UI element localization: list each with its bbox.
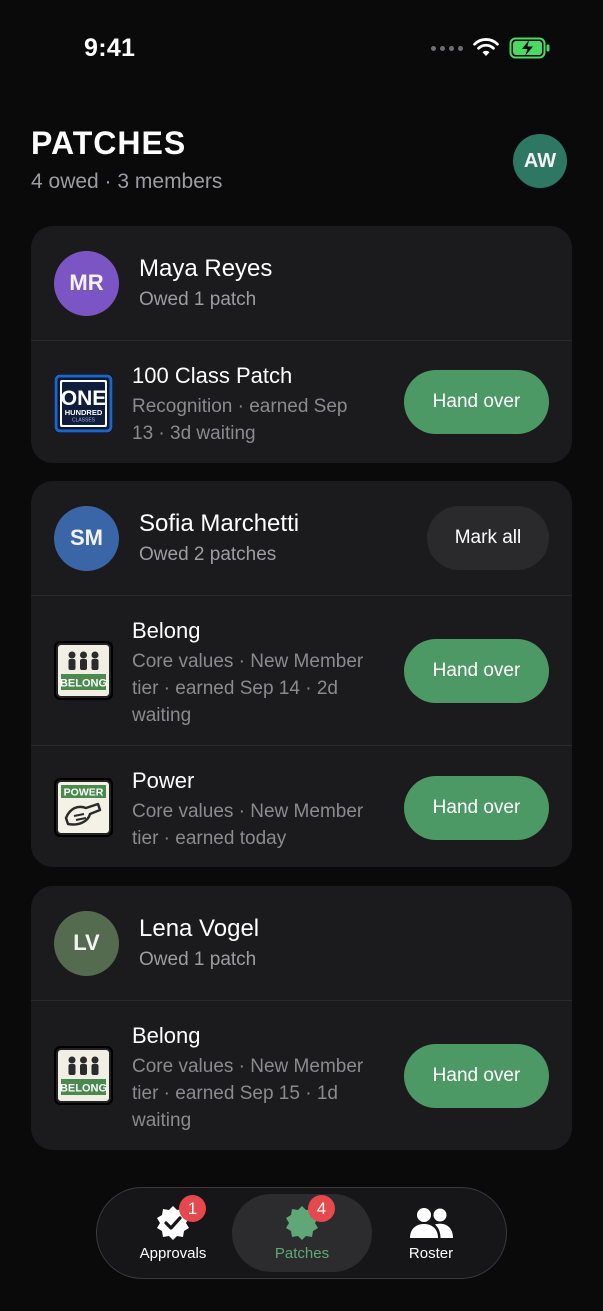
member-name: Sofia Marchetti	[139, 510, 300, 537]
tab-bar: 1 Approvals 4 Patches Roster	[96, 1187, 507, 1279]
battery-charging-icon	[509, 37, 550, 59]
member-avatar: LV	[54, 910, 119, 976]
hand-over-button[interactable]: Hand over	[404, 370, 549, 434]
member-owed-count: Owed 1 patch	[139, 289, 257, 310]
status-bar: 9:41	[0, 0, 603, 96]
tab-label: Approvals	[139, 1245, 207, 1262]
approval-check-icon: 1	[154, 1195, 206, 1241]
member-header[interactable]: MR Maya Reyes Owed 1 patch	[31, 226, 572, 340]
hand-over-button[interactable]: Hand over	[404, 1044, 549, 1108]
svg-text:BELONG: BELONG	[60, 1083, 107, 1095]
member-avatar: MR	[54, 250, 119, 316]
member-avatar: SM	[54, 505, 119, 571]
page-subtitle: 4 owed · 3 members	[31, 170, 223, 193]
patch-details: Core values · New Member tier · earned S…	[132, 1056, 364, 1131]
member-name: Maya Reyes	[139, 255, 273, 282]
one-hundred-classes-patch-icon: ONE HUNDRED CLASSES	[54, 374, 113, 433]
svg-text:POWER: POWER	[64, 787, 104, 799]
status-time: 9:41	[84, 34, 136, 62]
approvals-badge: 1	[179, 1195, 206, 1222]
tab-roster[interactable]: Roster	[361, 1194, 501, 1272]
page-header: PATCHES 4 owed · 3 members AW	[31, 124, 571, 194]
svg-text:BELONG: BELONG	[60, 678, 107, 690]
svg-text:CLASSES: CLASSES	[72, 418, 96, 424]
member-owed-count: Owed 1 patch	[139, 949, 257, 970]
mark-all-button[interactable]: Mark all	[427, 506, 549, 570]
patch-row: POWER Power Core values · New Member tie…	[31, 745, 572, 867]
page-title: PATCHES	[31, 125, 187, 161]
tab-patches[interactable]: 4 Patches	[232, 1194, 372, 1272]
hand-over-button[interactable]: Hand over	[404, 639, 549, 703]
tab-label: Patches	[274, 1245, 330, 1262]
member-card: SM Sofia Marchetti Owed 2 patches Mark a…	[31, 481, 572, 867]
patch-row: BELONG Belong Core values · New Member t…	[31, 1000, 572, 1150]
belong-patch-icon: BELONG	[54, 1046, 113, 1105]
patch-details: Core values · New Member tier · earned S…	[132, 651, 364, 726]
profile-avatar[interactable]: AW	[513, 134, 567, 188]
hand-over-button[interactable]: Hand over	[404, 776, 549, 840]
cellular-signal-icon	[431, 45, 463, 51]
patch-row: BELONG Belong Core values · New Member t…	[31, 595, 572, 745]
patch-details: Core values · New Member tier · earned t…	[132, 801, 364, 849]
wifi-icon	[473, 38, 499, 56]
svg-text:ONE: ONE	[61, 387, 107, 410]
patch-badge-icon: 4	[283, 1195, 335, 1241]
member-name: Lena Vogel	[139, 915, 260, 942]
patch-row: ONE HUNDRED CLASSES 100 Class Patch Reco…	[31, 340, 572, 463]
patch-name: Power	[132, 768, 195, 793]
member-card: MR Maya Reyes Owed 1 patch ONE HUNDRED C…	[31, 226, 572, 463]
people-icon	[410, 1205, 453, 1241]
belong-patch-icon: BELONG	[54, 641, 113, 700]
svg-text:HUNDRED: HUNDRED	[65, 408, 103, 417]
status-icons	[431, 37, 551, 59]
member-owed-count: Owed 2 patches	[139, 544, 277, 565]
tab-label: Roster	[408, 1245, 454, 1262]
patch-details: Recognition · earned Sep 13 · 3d waiting	[132, 396, 348, 444]
member-header[interactable]: SM Sofia Marchetti Owed 2 patches Mark a…	[31, 481, 572, 595]
patch-name: Belong	[132, 618, 201, 643]
power-patch-icon: POWER	[54, 778, 113, 837]
patch-name: Belong	[132, 1023, 201, 1048]
member-header[interactable]: LV Lena Vogel Owed 1 patch	[31, 886, 572, 1000]
patches-badge: 4	[308, 1195, 335, 1222]
patch-name: 100 Class Patch	[132, 363, 293, 388]
tab-approvals[interactable]: 1 Approvals	[103, 1194, 243, 1272]
member-card: LV Lena Vogel Owed 1 patch BELONG Belong…	[31, 886, 572, 1150]
